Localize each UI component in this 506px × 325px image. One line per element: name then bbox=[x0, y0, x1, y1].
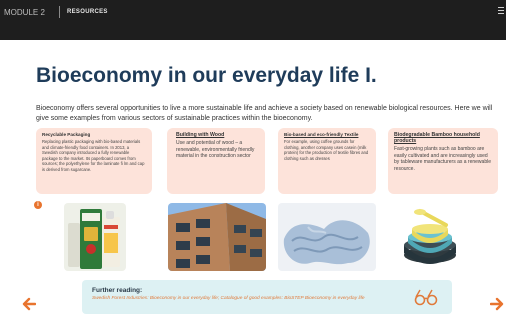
intro-text: Bioeconomy offers several opportunities … bbox=[36, 105, 493, 122]
card-recyclable-packaging: Recyclable Packaging Replacing plastic p… bbox=[36, 128, 152, 194]
card-body: For example, using coffee grounds for cl… bbox=[284, 139, 369, 161]
card-bamboo-products: Biodegradable Bamboo household products … bbox=[388, 128, 498, 194]
header-divider bbox=[59, 6, 60, 18]
card-body: Replacing plastic packaging with bio-bas… bbox=[42, 139, 145, 172]
arrow-left-icon[interactable] bbox=[22, 296, 36, 312]
module-label[interactable]: MODULE 2 bbox=[4, 8, 45, 17]
glasses-icon bbox=[414, 289, 438, 306]
card-title: Recyclable Packaging bbox=[42, 132, 91, 137]
resources-label[interactable]: RESOURCES bbox=[67, 9, 108, 15]
info-icon[interactable]: i bbox=[34, 201, 42, 209]
packaging-image bbox=[64, 203, 126, 271]
arrow-right-icon[interactable] bbox=[490, 296, 504, 312]
further-reading-links[interactable]: Swedish Forest Industries: Bioeconomy in… bbox=[92, 296, 412, 301]
card-title: Biodegradable Bamboo household products bbox=[394, 132, 480, 144]
further-reading-box: Further reading: Swedish Forest Industri… bbox=[82, 280, 452, 314]
wood-building-image bbox=[168, 203, 266, 271]
page-title: Bioeconomy in our everyday life I. bbox=[36, 64, 377, 87]
textile-image bbox=[278, 203, 376, 271]
card-body: Use and potential of wood – a renewable,… bbox=[176, 140, 255, 160]
further-reading-title: Further reading: bbox=[92, 287, 143, 294]
bamboo-bowls-image bbox=[390, 203, 470, 271]
card-building-with-wood: Building with Wood Use and potential of … bbox=[167, 128, 265, 194]
card-eco-textile: Bio-based and eco-friendly Textile For e… bbox=[278, 128, 376, 194]
card-title: Bio-based and eco-friendly Textile bbox=[284, 132, 359, 137]
menu-icon[interactable] bbox=[498, 7, 504, 16]
card-title: Building with Wood bbox=[176, 132, 225, 138]
card-body: Fast-growing plants such as bamboo are e… bbox=[394, 146, 491, 172]
top-bar: MODULE 2 RESOURCES bbox=[0, 0, 506, 40]
